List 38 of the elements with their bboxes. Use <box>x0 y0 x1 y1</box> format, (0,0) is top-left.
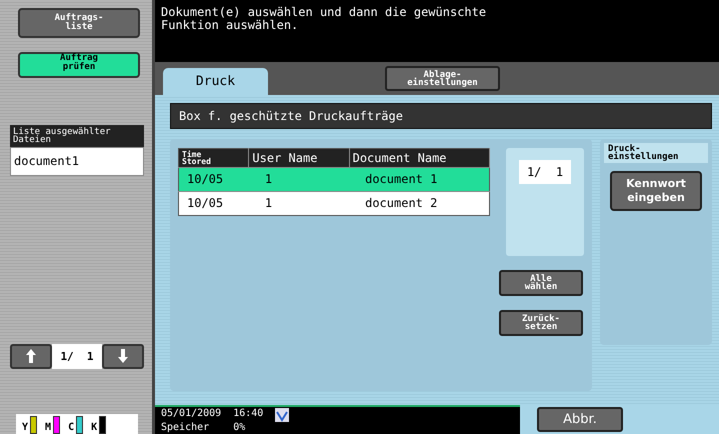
print-settings-title: Druck- einstellungen <box>604 143 708 163</box>
file-list-item[interactable]: document1 <box>10 147 144 176</box>
page-reading: 1/ 1 <box>52 344 102 368</box>
toner-label: Y <box>22 422 28 434</box>
table-cell: document 2 <box>349 192 490 216</box>
action-button[interactable]: Zurück- setzen <box>499 310 583 336</box>
table-cell: document 1 <box>349 168 490 192</box>
toner-label: M <box>45 422 52 434</box>
column-header[interactable]: Document Name <box>349 148 490 168</box>
table-cell: 10/05 <box>178 168 249 192</box>
memory-label: Speicher <box>161 422 210 433</box>
page-counter: 1/ 1 <box>519 160 571 184</box>
column-header[interactable]: User Name <box>248 148 350 168</box>
instruction-message: Dokument(e) auswählen und dann die gewünschte Funktion auswählen. <box>155 0 719 62</box>
table-row[interactable]: 10/05 1 document 1 <box>178 168 490 192</box>
settings-button[interactable]: Ablage- einstellungen <box>385 66 500 91</box>
status-time: 16:40 <box>233 408 264 421</box>
toner-label: K <box>91 422 98 434</box>
status-date: 05/01/2009 <box>161 408 222 421</box>
table-cell: 10/05 <box>178 192 249 216</box>
tab[interactable]: Druck <box>163 68 268 95</box>
cancel-button[interactable]: Abbr. <box>537 407 623 432</box>
file-list-title: Liste ausgewählter Dateien <box>10 125 144 147</box>
table-row[interactable]: 10/05 1 document 2 <box>178 192 490 216</box>
up-arrow-button[interactable] <box>10 344 52 368</box>
toner-label: C <box>68 422 74 434</box>
sidebar-button[interactable]: Auftrag prüfen <box>18 52 140 78</box>
memory-value: 0% <box>233 422 246 433</box>
password-button[interactable]: Kennwort eingeben <box>610 171 702 211</box>
down-arrow-button[interactable] <box>102 344 144 368</box>
down-arrow-icon <box>118 349 128 363</box>
box-title: Box f. geschützte Druckaufträge <box>170 103 712 129</box>
action-button[interactable]: Alle wählen <box>499 270 583 296</box>
table-cell: 1 <box>248 192 350 216</box>
column-header[interactable]: Time Stored <box>178 148 249 168</box>
table-cell: 1 <box>248 168 350 192</box>
up-arrow-icon <box>26 349 36 363</box>
sidebar-button[interactable]: Auftrags- liste <box>18 8 140 38</box>
